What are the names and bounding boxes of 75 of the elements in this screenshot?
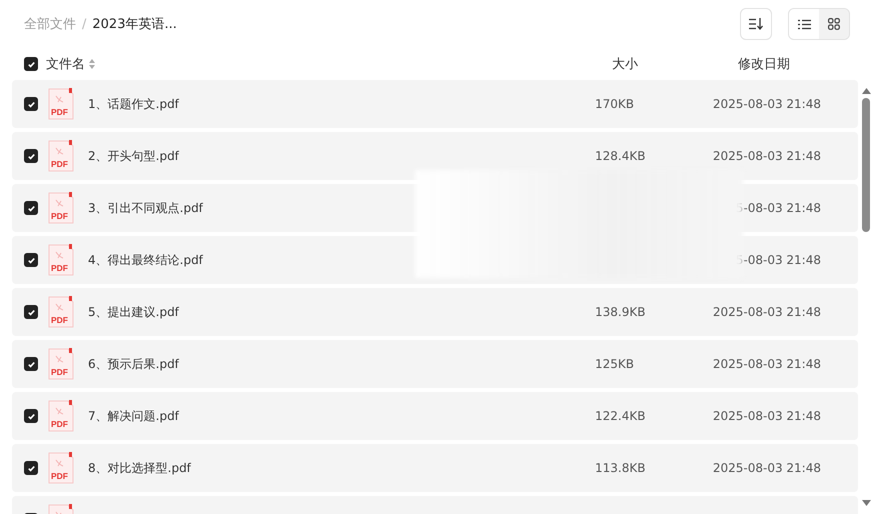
check-icon [26, 308, 36, 316]
file-row[interactable]: PDF 8、对比选择型.pdf 113.8KB 2025-08-03 21:48 [12, 444, 858, 492]
file-type-label: PDF [51, 264, 68, 273]
list-view-button[interactable] [789, 9, 819, 39]
file-size: 113.8KB [595, 461, 646, 475]
file-name: 8、对比选择型.pdf [88, 460, 192, 476]
file-row[interactable]: PDF 2、开头句型.pdf 128.4KB 2025-08-03 21:48 [12, 132, 858, 180]
checkbox[interactable] [24, 149, 38, 163]
sort-button[interactable] [740, 8, 772, 40]
checkbox[interactable] [24, 201, 38, 215]
file-type-label: PDF [51, 368, 68, 377]
checkbox[interactable] [24, 253, 38, 267]
file-type-label: PDF [51, 472, 68, 481]
checkbox[interactable] [24, 57, 38, 71]
modified-date: 2025-08-03 21:48 [712, 97, 821, 111]
file-name: 6、预示后果.pdf [88, 356, 180, 372]
modified-date: 5-08-03 21:48 [734, 253, 821, 267]
file-row[interactable]: PDF 7、解决问题.pdf 122.4KB 2025-08-03 21:48 [12, 392, 858, 440]
pdf-file-icon [48, 400, 74, 432]
file-name: 4、得出最终结论.pdf [88, 252, 204, 268]
pdf-file-icon [48, 452, 74, 484]
file-size: 125KB [595, 357, 636, 371]
modified-date: 2025-08-03 21:48 [712, 305, 821, 319]
scroll-up-icon[interactable] [862, 88, 870, 94]
modified-date: 2025-08-03 21:48 [712, 357, 821, 371]
checkbox[interactable] [24, 97, 38, 111]
breadcrumb-separator: / [82, 16, 86, 32]
file-row[interactable]: PDF 1、话题作文.pdf 170KB 2025-08-03 21:48 [12, 80, 858, 128]
file-row[interactable]: PDF 5、提出建议.pdf 138.9KB 2025-08-03 21:48 [12, 288, 858, 336]
check-icon [26, 464, 36, 472]
checkbox[interactable] [24, 357, 38, 371]
pdf-file-icon [48, 244, 74, 276]
modified-date: 2025-08-03 21:48 [712, 149, 821, 163]
checkbox[interactable] [24, 461, 38, 475]
file-name: 3、引出不同观点.pdf [88, 200, 204, 216]
modified-date: 2025-08-03 21:48 [712, 461, 821, 475]
column-header: 大小 [612, 56, 638, 73]
file-type-label: PDF [51, 160, 68, 169]
pdf-file-icon [48, 88, 74, 120]
file-name: 7、解决问题.pdf [88, 408, 180, 424]
checkbox[interactable] [24, 409, 38, 423]
modified-date: 5-08-03 21:48 [734, 201, 821, 215]
scrollbar-thumb[interactable] [862, 98, 870, 232]
file-size: 170KB [595, 97, 636, 111]
check-icon [26, 256, 36, 264]
file-type-label: PDF [51, 316, 68, 325]
file-row[interactable]: PDF 6、预示后果.pdf 125KB 2025-08-03 21:48 [12, 340, 858, 388]
check-icon [26, 60, 36, 68]
modified-date: 2025-08-03 21:48 [712, 409, 821, 423]
file-name: 1、话题作文.pdf [88, 96, 180, 112]
check-icon [26, 152, 36, 160]
file-size: 138.9KB [595, 305, 646, 319]
file-type-label: PDF [51, 420, 68, 429]
breadcrumb-current: 2023年英语... [92, 16, 177, 33]
sort-order-icon [749, 18, 763, 30]
column-header[interactable]: 文件名 [46, 55, 85, 73]
pdf-file-icon [48, 348, 74, 380]
file-size: 122.4KB [595, 409, 646, 423]
list-icon [798, 18, 810, 30]
file-size: 128.4KB [595, 149, 646, 163]
file-type-label: PDF [51, 212, 68, 221]
file-name: 5、提出建议.pdf [88, 304, 180, 320]
checkbox[interactable] [24, 305, 38, 319]
file-name: 2、开头句型.pdf [88, 148, 180, 164]
pdf-file-icon [48, 296, 74, 328]
check-icon [26, 360, 36, 368]
scroll-down-icon[interactable] [862, 500, 870, 506]
grid-icon [828, 18, 840, 30]
pdf-file-icon [48, 140, 74, 172]
check-icon [26, 100, 36, 108]
check-icon [26, 412, 36, 420]
file-type-label: PDF [51, 108, 68, 117]
check-icon [26, 204, 36, 212]
column-header: 修改日期 [738, 56, 790, 73]
pdf-file-icon [48, 192, 74, 224]
